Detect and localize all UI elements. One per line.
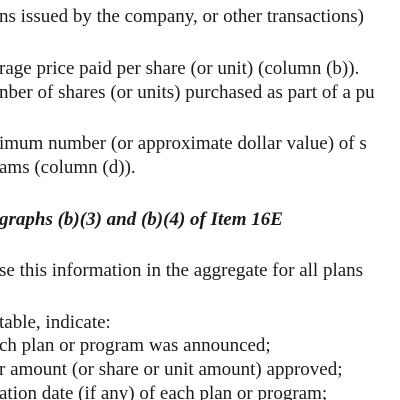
- text-line-7: se this information in the aggregate for…: [0, 260, 364, 281]
- text-line-8: table, indicate:: [0, 312, 111, 333]
- text-line-2: rage price paid per share (or unit) (col…: [0, 58, 360, 79]
- text-line-3: nber of shares (or units) purchased as p…: [0, 82, 375, 103]
- text-line-5: ams (column (d)).: [0, 157, 136, 178]
- text-line-1: ns issued by the company, or other trans…: [0, 6, 364, 27]
- list-item-1: ch plan or program was announced;: [0, 335, 271, 356]
- text-line-4: imum number (or approximate dollar value…: [0, 133, 367, 154]
- list-item-3: ation date (if any) of each plan or prog…: [0, 383, 328, 400]
- section-heading: graphs (b)(3) and (b)(4) of Item 16E: [0, 209, 283, 230]
- list-item-2: r amount (or share or unit amount) appro…: [0, 359, 343, 380]
- document-page: ns issued by the company, or other trans…: [0, 0, 400, 400]
